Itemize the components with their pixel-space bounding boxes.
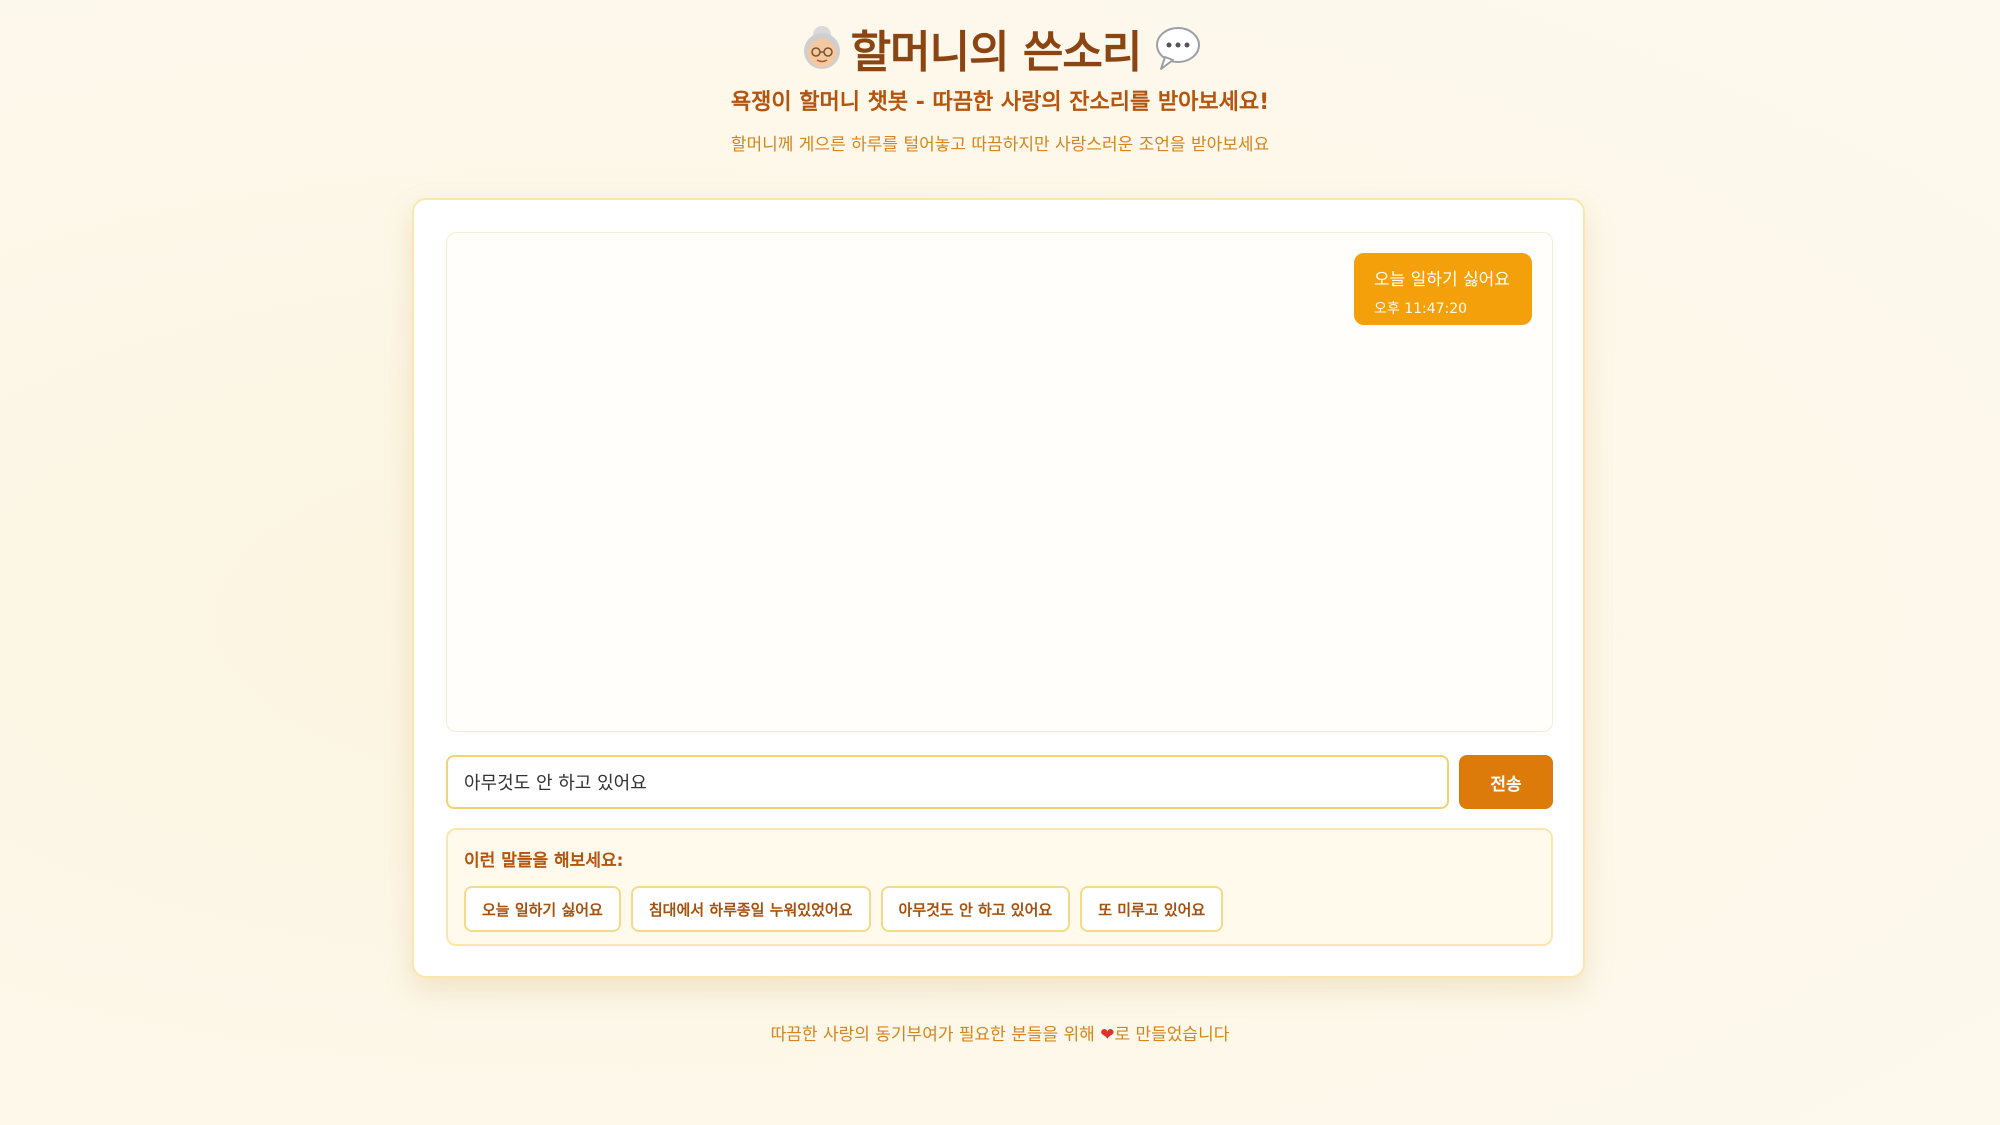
message-text: 오늘 일하기 싫어요 <box>1374 270 1510 290</box>
chat-messages-area[interactable]: 오늘 일하기 싫어요 오후 11:47:20 <box>446 232 1553 732</box>
message-timestamp: 오후 11:47:20 <box>1374 301 1468 317</box>
send-button[interactable]: 전송 <box>1459 755 1553 809</box>
grandma-icon <box>797 23 847 73</box>
user-message-bubble: 오늘 일하기 싫어요 오후 11:47:20 <box>1354 253 1532 325</box>
page-description: 할머니께 게으른 하루를 털어놓고 따끔하지만 사랑스러운 조언을 받아보세요 <box>730 135 1270 155</box>
heart-icon: ❤ <box>1100 1025 1115 1045</box>
suggestions-panel: 이런 말들을 해보세요: 오늘 일하기 싫어요 침대에서 하루종일 누워있었어요… <box>446 828 1553 946</box>
speech-bubble-icon <box>1153 23 1203 73</box>
message-input-row: 전송 <box>446 755 1553 809</box>
title-row: 할머니의 쓴소리 <box>0 16 2000 80</box>
suggestions-label: 이런 말들을 해보세요: <box>464 851 624 871</box>
suggestion-chip[interactable]: 침대에서 하루종일 누워있었어요 <box>630 886 871 932</box>
chat-card: 오늘 일하기 싫어요 오후 11:47:20 전송 이런 말들을 해보세요: 오… <box>412 198 1585 978</box>
footer-text-after: 로 만들었습니다 <box>1114 1025 1230 1045</box>
footer-text-before: 따끔한 사랑의 동기부여가 필요한 분들을 위해 <box>770 1025 1101 1045</box>
suggestion-chips: 오늘 일하기 싫어요 침대에서 하루종일 누워있었어요 아무것도 안 하고 있어… <box>464 886 1535 932</box>
suggestion-chip[interactable]: 오늘 일하기 싫어요 <box>464 886 621 932</box>
suggestion-chip[interactable]: 또 미루고 있어요 <box>1080 886 1224 932</box>
page-title: 할머니의 쓴소리 <box>850 27 1143 78</box>
message-input[interactable] <box>446 755 1449 809</box>
page-subtitle: 욕쟁이 할머니 챗봇 - 따끔한 사랑의 잔소리를 받아보세요! <box>730 90 1270 115</box>
suggestion-chip[interactable]: 아무것도 안 하고 있어요 <box>880 886 1071 932</box>
page-footer: 따끔한 사랑의 동기부여가 필요한 분들을 위해 ❤로 만들었습니다 <box>0 1020 2000 1045</box>
